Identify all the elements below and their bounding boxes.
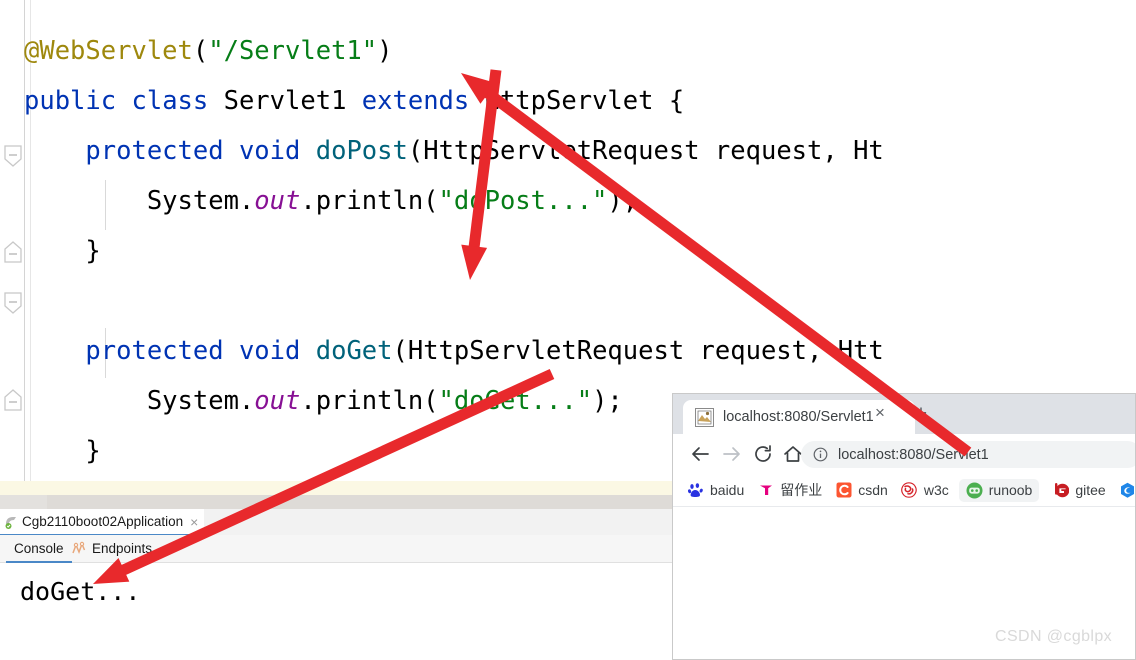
gitee-icon (1052, 482, 1069, 499)
edge-hex-icon (1119, 482, 1135, 499)
bookmark-baidu-label: baidu (710, 482, 745, 498)
console-line: doGet... (20, 577, 141, 606)
tab-endpoints[interactable]: Endpoints (62, 535, 160, 561)
bookmark-gitee-label: gitee (1075, 482, 1106, 498)
address-bar[interactable]: localhost:8080/Servlet1 (801, 441, 1135, 468)
fold-marker-dopost[interactable] (3, 143, 23, 169)
reload-button[interactable] (751, 442, 775, 466)
tencent-t-icon (757, 482, 774, 499)
info-circle-icon[interactable] (813, 447, 828, 462)
bookmark-baidu[interactable]: baidu (687, 482, 744, 499)
bookmark-w3c[interactable]: w3c (901, 482, 949, 499)
chrome-browser-window: localhost:8080/Servlet1 × + localhost:80… (672, 393, 1136, 660)
tab-console-label: Console (14, 540, 64, 556)
run-config-label: Cgb2110boot02Application (22, 514, 184, 529)
back-button[interactable] (688, 442, 712, 466)
bookmark-csdn[interactable]: csdn (835, 482, 888, 499)
spring-boot-icon (4, 515, 18, 529)
browser-tab-strip: localhost:8080/Servlet1 × + (673, 394, 1135, 434)
watermark: CSDN @cgblpx (995, 628, 1113, 645)
run-config-tab[interactable]: Cgb2110boot02Application × (0, 509, 205, 536)
bookmark-w3c-label: w3c (923, 482, 949, 498)
code-line: public class Servlet1 extends HttpServle… (24, 86, 685, 116)
bookmark-runoob[interactable]: runoob (958, 478, 1040, 502)
bookmark-gitee[interactable]: gitee (1052, 482, 1106, 499)
code-line: protected void doPost(HttpServletRequest… (85, 136, 884, 166)
code-line: @WebServlet("/Servlet1") (24, 36, 393, 66)
endpoints-icon (70, 540, 87, 557)
fold-marker-dopost-end[interactable] (3, 240, 23, 266)
w3c-icon (901, 482, 918, 499)
tab-close-icon[interactable]: × (871, 404, 889, 422)
code-line: System.out.println("doPost..."); (24, 186, 639, 216)
code-line: } (24, 236, 101, 266)
fold-marker-doget-end[interactable] (3, 388, 23, 414)
address-bar-url: localhost:8080/Servlet1 (838, 446, 989, 463)
browser-toolbar: localhost:8080/Servlet1 (673, 434, 1135, 474)
tab-endpoints-label: Endpoints (92, 540, 153, 556)
code-line: protected void doGet(HttpServletRequest … (85, 336, 884, 366)
csdn-c-icon (835, 482, 852, 499)
bookmark-homework[interactable]: 留作业 (757, 480, 822, 500)
bookmark-csdn-label: csdn (858, 482, 888, 498)
bookmark-homework-label: 留作业 (780, 482, 823, 498)
fold-marker-doget[interactable] (3, 290, 23, 316)
baidu-paw-icon (687, 482, 704, 499)
bookmark-edge[interactable] (1119, 482, 1135, 499)
new-tab-button[interactable]: + (911, 403, 931, 424)
close-icon[interactable]: × (190, 514, 198, 530)
bookmark-runoob-label: runoob (988, 482, 1033, 498)
bookmarks-bar: baidu 留作业 csdn w3c runoob gitee (673, 474, 1135, 507)
broken-image-favicon-icon (695, 407, 714, 427)
forward-button[interactable] (720, 442, 744, 466)
browser-tab-title: localhost:8080/Servlet1 (723, 409, 874, 425)
runoob-icon (966, 482, 983, 499)
